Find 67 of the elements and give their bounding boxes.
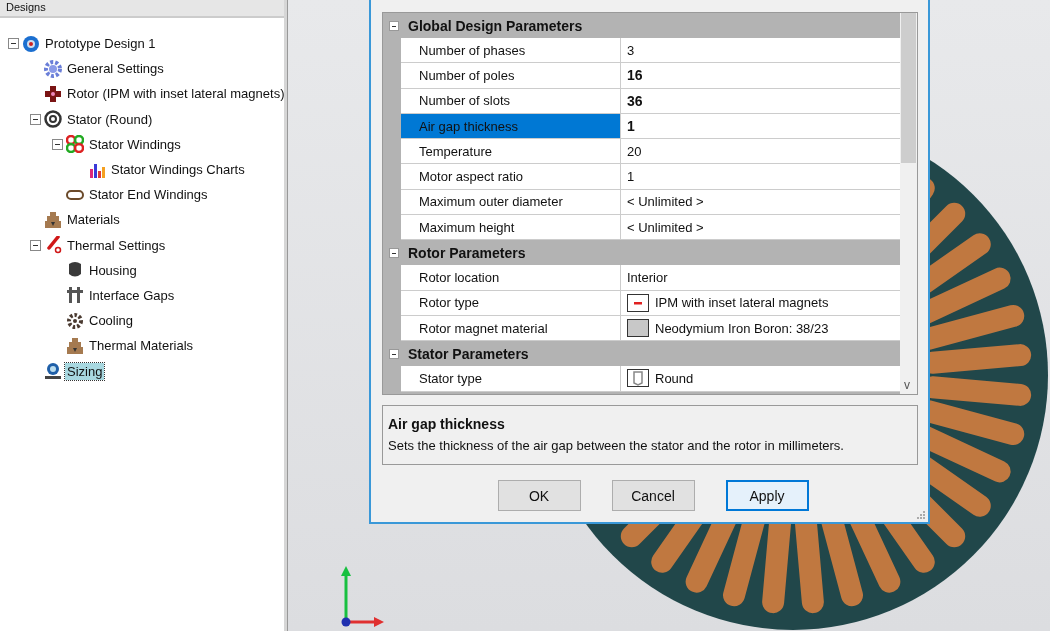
tree-item[interactable]: Stator Windings Charts bbox=[109, 161, 247, 179]
collapse-icon[interactable] bbox=[389, 247, 399, 258]
property-name[interactable]: Temperature bbox=[401, 139, 621, 164]
property-value[interactable]: < Unlimited > bbox=[627, 194, 704, 210]
property-value[interactable]: 16 bbox=[627, 67, 643, 84]
property-name[interactable]: Rotor magnet material bbox=[401, 315, 621, 341]
materials-icon bbox=[44, 210, 62, 229]
dialog-button[interactable]: Cancel bbox=[611, 480, 695, 511]
color-swatch bbox=[627, 319, 649, 338]
property-name[interactable]: Number of poles bbox=[401, 63, 621, 88]
description-text: Sets the thickness of the air gap between the stator and the rotor in millimeters. bbox=[388, 438, 845, 453]
materials-icon bbox=[66, 336, 84, 355]
property-value[interactable]: Interior bbox=[627, 270, 668, 285]
property-value[interactable]: 1 bbox=[627, 169, 635, 185]
property-value[interactable]: < Unlimited > bbox=[627, 219, 704, 235]
rotor-icon bbox=[44, 84, 62, 103]
resize-grip-icon[interactable] bbox=[916, 510, 926, 520]
tree-item[interactable]: Thermal Materials bbox=[87, 337, 196, 355]
description-title: Air gap thickness bbox=[388, 416, 506, 432]
collapse-icon[interactable] bbox=[30, 113, 41, 125]
property-value[interactable]: IPM with inset lateral magnets bbox=[655, 295, 829, 311]
gear-icon bbox=[44, 59, 62, 78]
property-name[interactable]: Number of slots bbox=[401, 88, 621, 113]
collapse-icon[interactable] bbox=[52, 138, 63, 150]
collapse-icon[interactable] bbox=[30, 239, 41, 251]
tree-item[interactable]: Interface Gaps bbox=[87, 286, 177, 304]
tree-item[interactable]: Thermal Settings bbox=[65, 236, 168, 254]
tree-item[interactable]: Housing bbox=[87, 261, 139, 279]
collapse-icon[interactable] bbox=[389, 348, 399, 359]
panel-header: Designs bbox=[0, 0, 284, 18]
tree-item[interactable]: General Settings bbox=[65, 60, 166, 78]
tree-item[interactable]: Materials bbox=[65, 211, 122, 229]
property-value[interactable]: 3 bbox=[627, 42, 635, 58]
section-header: Stator Parameters bbox=[408, 345, 529, 362]
tree-item[interactable]: Stator End Windings bbox=[87, 186, 210, 204]
section-header: Rotor Parameters bbox=[408, 244, 526, 261]
collapse-icon[interactable] bbox=[389, 20, 399, 31]
property-name[interactable]: Air gap thickness bbox=[401, 113, 621, 139]
tree-item[interactable]: Rotor (IPM with inset lateral magnets) bbox=[65, 85, 287, 103]
tree-item[interactable]: Sizing bbox=[65, 362, 105, 380]
property-name[interactable]: Maximum height bbox=[401, 215, 621, 240]
tree-item[interactable]: Cooling bbox=[87, 312, 136, 330]
section-header: Global Design Parameters bbox=[408, 17, 583, 34]
property-name[interactable]: Rotor type bbox=[401, 290, 621, 315]
collapse-icon[interactable] bbox=[8, 38, 19, 50]
tree-item[interactable]: Stator Windings bbox=[87, 135, 183, 153]
property-value[interactable]: Round bbox=[655, 370, 694, 386]
property-value[interactable]: 36 bbox=[627, 92, 643, 109]
tree-item[interactable]: Prototype Design 1 bbox=[43, 35, 158, 53]
property-name[interactable]: Motor aspect ratio bbox=[401, 164, 621, 189]
property-name[interactable]: Rotor location bbox=[401, 265, 621, 290]
property-value[interactable]: Neodymium Iron Boron: 38/23 bbox=[655, 320, 829, 336]
stator-icon bbox=[627, 369, 649, 388]
property-name[interactable]: Number of phases bbox=[401, 38, 621, 63]
rotor-icon bbox=[627, 293, 649, 312]
dialog-button[interactable]: OK bbox=[497, 480, 581, 511]
stator-icon bbox=[44, 110, 62, 129]
tree-item[interactable]: Stator (Round) bbox=[65, 110, 155, 128]
property-value[interactable]: 20 bbox=[627, 143, 642, 159]
property-value[interactable]: 1 bbox=[627, 118, 635, 135]
scroll-down-button[interactable]: v bbox=[904, 378, 910, 392]
dialog-button[interactable]: Apply bbox=[725, 480, 809, 511]
cooling-icon bbox=[66, 311, 84, 330]
property-name[interactable]: Maximum outer diameter bbox=[401, 189, 621, 215]
winding-icon bbox=[66, 135, 84, 154]
property-name[interactable]: Stator type bbox=[401, 366, 621, 391]
scrollbar-thumb[interactable] bbox=[901, 13, 916, 163]
